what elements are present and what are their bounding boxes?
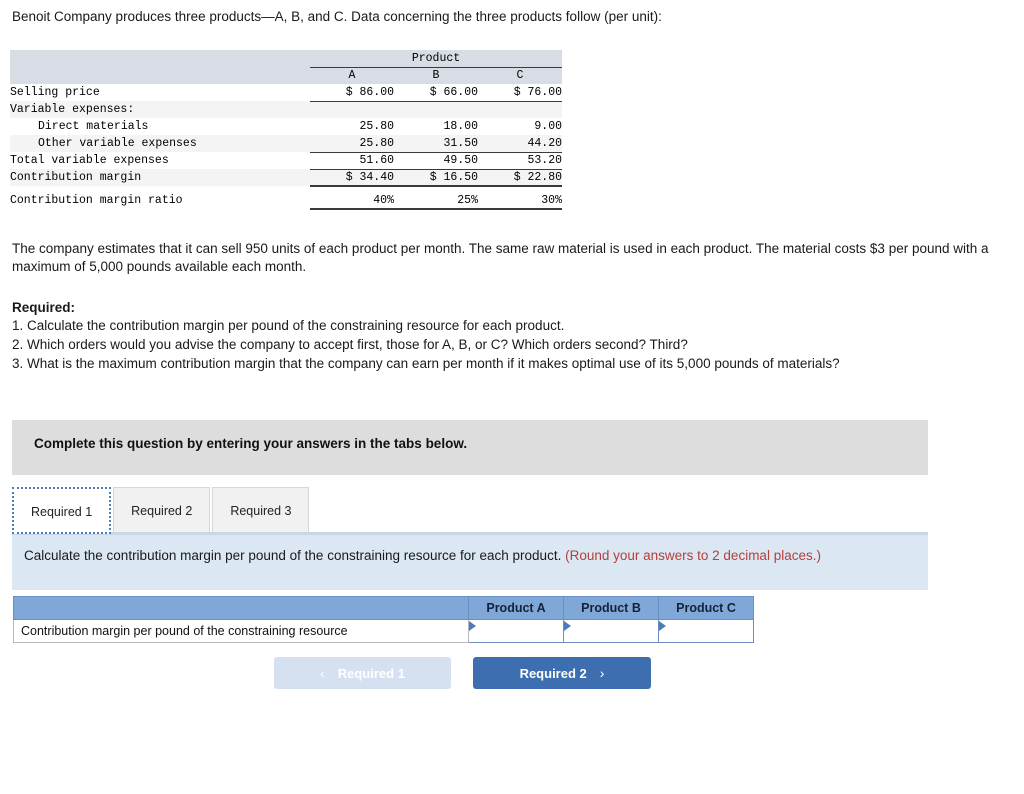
product-data-table: Product A B C Selling price $ 86.00 $ 66… xyxy=(10,50,562,210)
row-value-a xyxy=(310,101,394,118)
group-header-product: Product xyxy=(310,50,562,68)
row-value-c: 30% xyxy=(478,192,562,210)
row-value-b: 25% xyxy=(394,192,478,210)
table-row: Selling price $ 86.00 $ 66.00 $ 76.00 xyxy=(10,84,562,102)
row-label: Selling price xyxy=(10,86,100,99)
table-row: Other variable expenses 25.80 31.50 44.2… xyxy=(10,135,562,153)
answer-table: Product A Product B Product C Contributi… xyxy=(13,596,754,643)
row-value-a: $ 34.40 xyxy=(310,169,394,187)
table-row: Variable expenses: xyxy=(10,101,562,118)
row-value-c: 9.00 xyxy=(534,120,562,133)
row-value-c: 53.20 xyxy=(478,152,562,170)
task-instruction-main: Calculate the contribution margin per po… xyxy=(24,548,562,563)
col-header-blank xyxy=(10,67,310,84)
task-instruction-note: (Round your answers to 2 decimal places.… xyxy=(565,548,821,563)
row-value-a: 25.80 xyxy=(359,120,394,133)
row-value-a: $ 86.00 xyxy=(310,84,394,102)
table-column-header-row: A B C xyxy=(10,67,562,84)
tab-required-1[interactable]: Required 1 xyxy=(12,487,112,534)
row-value-c xyxy=(478,101,562,118)
instruction-banner-text: Complete this question by entering your … xyxy=(34,436,468,451)
answer-input-product-a[interactable] xyxy=(468,619,564,643)
row-value-b: 49.50 xyxy=(394,152,478,170)
col-header-a: A xyxy=(348,69,356,83)
navigation-buttons: ‹ Required 1 Required 2 › xyxy=(274,657,651,689)
row-label: Variable expenses: xyxy=(10,103,135,116)
answer-input-product-c[interactable] xyxy=(658,619,754,643)
answer-table-wrapper: Product A Product B Product C Contributi… xyxy=(13,596,754,643)
table-row: Contribution margin $ 34.40 $ 16.50 $ 22… xyxy=(10,169,562,187)
row-value-c: 44.20 xyxy=(478,135,562,153)
cell-marker-icon xyxy=(659,621,666,631)
cell-marker-icon xyxy=(469,621,476,631)
row-value-a: 25.80 xyxy=(310,135,394,153)
requirement-2-text: 2. Which orders would you advise the com… xyxy=(12,337,688,352)
scenario-paragraph: The company estimates that it can sell 9… xyxy=(12,241,989,274)
task-instruction-text: Calculate the contribution margin per po… xyxy=(24,546,920,565)
tab-required-2[interactable]: Required 2 xyxy=(113,487,211,534)
row-label: Other variable expenses xyxy=(38,137,197,150)
next-button-label: Required 2 xyxy=(519,665,587,681)
requirement-1-text: 1. Calculate the contribution margin per… xyxy=(12,318,565,333)
task-instruction-panel: Calculate the contribution margin per po… xyxy=(12,535,928,590)
answer-table-row: Contribution margin per pound of the con… xyxy=(13,619,754,643)
next-requirement-button[interactable]: Required 2 › xyxy=(473,657,651,689)
table-row: Contribution margin ratio 40% 25% 30% xyxy=(10,192,562,210)
row-label: Total variable expenses xyxy=(10,154,169,167)
row-value-a: 40% xyxy=(310,192,394,210)
answer-header-blank xyxy=(13,596,469,620)
problem-page: Benoit Company produces three products—A… xyxy=(0,0,1024,794)
requirement-tabs: Required 1 Required 2 Required 3 xyxy=(12,484,311,534)
cell-marker-icon xyxy=(564,621,571,631)
row-value-b: 31.50 xyxy=(394,135,478,153)
chevron-left-icon: ‹ xyxy=(320,665,325,681)
table-group-header-row: Product xyxy=(10,50,562,68)
group-header-blank xyxy=(10,50,310,67)
table-row: Direct materials 25.80 18.00 9.00 xyxy=(10,118,562,135)
answer-header-row: Product A Product B Product C xyxy=(13,596,754,620)
answer-header-product-c: Product C xyxy=(658,596,754,620)
previous-requirement-button[interactable]: ‹ Required 1 xyxy=(274,657,451,689)
row-label: Contribution margin ratio xyxy=(10,194,183,207)
row-value-b xyxy=(394,101,478,118)
row-value-b: $ 16.50 xyxy=(394,169,478,187)
row-value-b: 18.00 xyxy=(443,120,478,133)
instruction-banner: Complete this question by entering your … xyxy=(12,420,928,475)
row-value-c: $ 76.00 xyxy=(478,84,562,102)
intro-paragraph: Benoit Company produces three products—A… xyxy=(12,9,662,24)
row-value-a: 51.60 xyxy=(310,152,394,170)
previous-button-label: Required 1 xyxy=(337,665,405,681)
row-label: Direct materials xyxy=(38,120,149,133)
answer-row-label: Contribution margin per pound of the con… xyxy=(13,619,469,643)
tab-required-3[interactable]: Required 3 xyxy=(212,487,310,534)
chevron-right-icon: › xyxy=(599,665,605,681)
answer-header-product-b: Product B xyxy=(563,596,659,620)
row-value-c: $ 22.80 xyxy=(478,169,562,187)
answer-header-product-a: Product A xyxy=(468,596,564,620)
answer-input-product-b[interactable] xyxy=(563,619,659,643)
col-header-b: B xyxy=(432,69,440,83)
row-label: Contribution margin xyxy=(10,171,142,184)
required-heading: Required: xyxy=(12,300,76,315)
requirement-3-text: 3. What is the maximum contribution marg… xyxy=(12,356,840,371)
row-value-b: $ 66.00 xyxy=(394,84,478,102)
col-header-c: C xyxy=(516,69,524,83)
data-table: Product A B C Selling price $ 86.00 $ 66… xyxy=(10,50,562,210)
table-row: Total variable expenses 51.60 49.50 53.2… xyxy=(10,152,562,170)
